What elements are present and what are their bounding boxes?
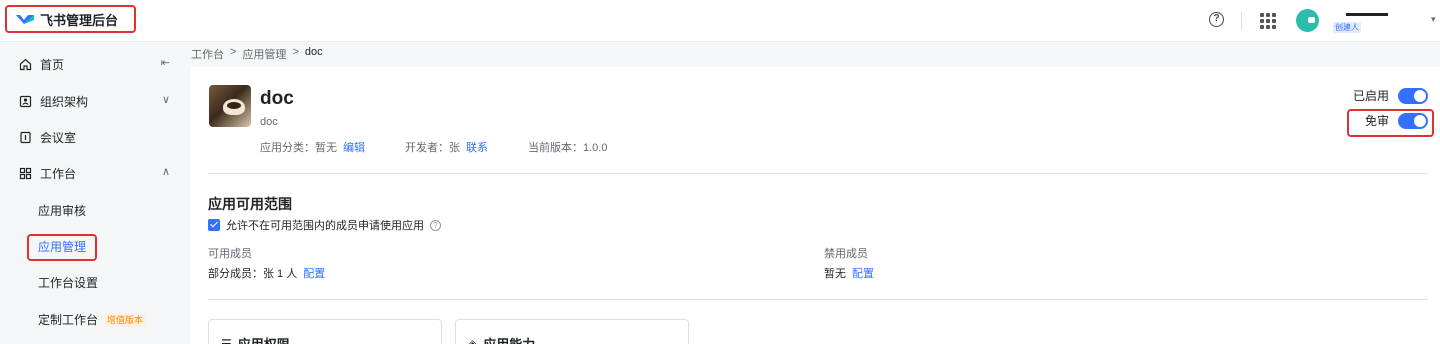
enabled-toggle-row: 已启用 <box>1353 87 1428 104</box>
app-grid-icon[interactable] <box>1260 13 1276 29</box>
app-description: doc <box>260 116 278 128</box>
sidebar-subitem-workspace-settings[interactable]: 工作台设置 <box>38 273 98 293</box>
sidebar-subitem-app-management[interactable]: 应用管理 <box>38 237 86 257</box>
breadcrumb-current: doc <box>304 46 323 58</box>
header-divider <box>1241 12 1242 30</box>
help-icon[interactable]: ? <box>1209 12 1224 27</box>
home-icon <box>18 57 32 71</box>
sidebar-subitem-custom-workspace[interactable]: 定制工作台 增值版本 <box>38 310 147 330</box>
collapse-sidebar-icon[interactable]: ⇤ <box>161 56 170 69</box>
exempt-label: 免审 <box>1364 114 1389 128</box>
card-title: 应用能力 <box>483 334 535 344</box>
allow-request-label: 允许不在可用范围内的成员申请使用应用 <box>226 220 424 232</box>
available-members-value: 部分成员：张 1 人配置 <box>208 265 325 281</box>
sidebar-item-label: 定制工作台 <box>38 313 99 327</box>
sidebar-item-meeting-room[interactable]: 会议室 <box>18 126 178 148</box>
capabilities-card[interactable]: ◈ 应用能力 <box>455 319 689 344</box>
sidebar-item-label: 会议室 <box>40 130 77 145</box>
app-version: 当前版本：1.0.0 <box>528 142 608 154</box>
org-icon <box>18 94 32 108</box>
app-category: 应用分类：暂无 <box>260 142 337 154</box>
sidebar-item-home[interactable]: 首页 ⇤ <box>18 53 178 75</box>
logo[interactable]: 飞书管理后台 <box>5 5 136 33</box>
top-bar: 飞书管理后台 ? 创建人 ▾ <box>0 0 1440 42</box>
card-title: 应用权限 <box>238 334 290 344</box>
premium-badge: 增值版本 <box>104 313 147 327</box>
divider <box>208 173 1428 174</box>
help-icon[interactable]: ? <box>430 219 441 231</box>
disabled-members-text: 暂无 <box>824 268 846 280</box>
sidebar: 首页 ⇤ 组织架构 ∨ 会议室 工作台 ∧ 应用审核 应用管理 工作台设置 定制… <box>0 42 190 344</box>
avatar[interactable] <box>1296 9 1319 32</box>
chevron-down-icon[interactable]: ▾ <box>1431 14 1436 25</box>
sidebar-item-workspace[interactable]: 工作台 ∧ <box>18 162 178 184</box>
chevron-up-icon: ∧ <box>161 166 170 178</box>
exempt-toggle-row: 免审 <box>1365 112 1428 129</box>
enabled-toggle[interactable] <box>1398 87 1428 104</box>
logo-text: 飞书管理后台 <box>40 12 119 28</box>
edit-category-link[interactable]: 编辑 <box>343 142 365 154</box>
app-thumbnail <box>209 85 251 127</box>
main-panel: doc doc 应用分类：暂无 编辑 开发者：张 联系 当前版本：1.0.0 已启用… <box>190 67 1440 344</box>
configure-available-link[interactable]: 配置 <box>303 268 325 280</box>
breadcrumb-workspace[interactable]: 工作台 <box>191 46 224 62</box>
contact-developer-link[interactable]: 联系 <box>466 142 488 154</box>
allow-request-row: 允许不在可用范围内的成员申请使用应用 ? <box>208 217 441 233</box>
sidebar-item-org[interactable]: 组织架构 ∨ <box>18 90 178 112</box>
scope-title: 应用可用范围 <box>208 196 292 212</box>
divider <box>208 299 1428 300</box>
user-name-redacted <box>1346 13 1388 16</box>
breadcrumb-app-management[interactable]: 应用管理 <box>242 46 286 62</box>
app-developer: 开发者：张 <box>405 142 460 154</box>
meeting-room-icon <box>18 130 32 144</box>
exempt-toggle[interactable] <box>1398 112 1428 129</box>
breadcrumb-separator: > <box>230 46 237 58</box>
sidebar-item-label: 工作台 <box>40 166 77 181</box>
permissions-card[interactable]: ☰ 应用权限 <box>208 319 442 344</box>
disabled-members-title: 禁用成员 <box>824 248 868 260</box>
user-role-badge: 创建人 <box>1333 22 1361 33</box>
breadcrumb-separator: > <box>292 46 299 58</box>
disabled-members-value: 暂无 配置 <box>824 265 874 281</box>
available-members-text: 部分成员：张 1 人 <box>208 268 298 280</box>
workspace-icon <box>18 166 32 180</box>
available-members-title: 可用成员 <box>208 248 252 260</box>
sidebar-item-label: 组织架构 <box>40 94 89 109</box>
sidebar-subitem-app-review[interactable]: 应用审核 <box>38 201 86 221</box>
chevron-down-icon: ∨ <box>161 94 170 106</box>
configure-disabled-link[interactable]: 配置 <box>852 268 874 280</box>
allow-request-checkbox[interactable] <box>208 219 220 231</box>
sidebar-item-label: 首页 <box>40 57 65 72</box>
list-icon: ☰ <box>221 336 232 344</box>
breadcrumb: 工作台 > 应用管理 > doc <box>191 46 323 62</box>
app-meta: 应用分类：暂无 编辑 开发者：张 联系 当前版本：1.0.0 <box>260 139 647 155</box>
enabled-label: 已启用 <box>1352 89 1389 103</box>
layers-icon: ◈ <box>468 336 478 344</box>
app-name: doc <box>260 88 294 109</box>
feishu-logo-icon <box>16 15 34 24</box>
